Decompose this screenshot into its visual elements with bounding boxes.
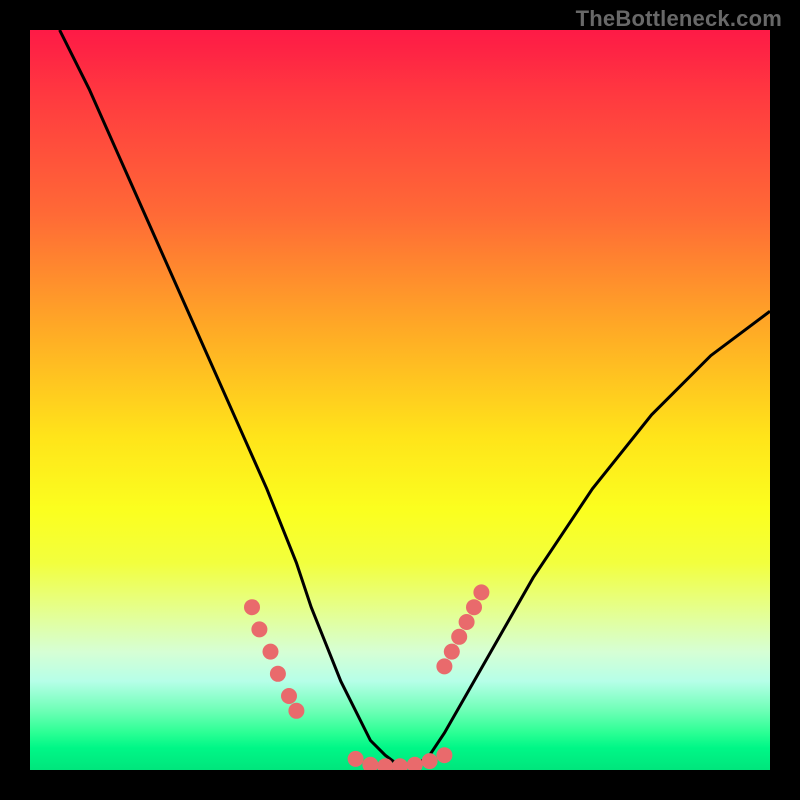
bottleneck-curve bbox=[60, 30, 770, 766]
curve-marker bbox=[436, 658, 452, 674]
curve-marker bbox=[348, 751, 364, 767]
attribution-label: TheBottleneck.com bbox=[576, 6, 782, 32]
curve-marker bbox=[270, 666, 286, 682]
curve-marker bbox=[459, 614, 475, 630]
plot-area bbox=[30, 30, 770, 770]
curve-markers bbox=[244, 584, 489, 770]
curve-marker bbox=[251, 621, 267, 637]
chart-frame: TheBottleneck.com bbox=[0, 0, 800, 800]
curve-marker bbox=[451, 629, 467, 645]
curve-marker bbox=[281, 688, 297, 704]
curve-marker bbox=[362, 757, 378, 770]
curve-marker bbox=[422, 753, 438, 769]
curve-marker bbox=[392, 758, 408, 770]
curve-marker bbox=[407, 757, 423, 770]
curve-marker bbox=[473, 584, 489, 600]
curve-marker bbox=[263, 644, 279, 660]
curve-marker bbox=[466, 599, 482, 615]
curve-marker bbox=[436, 747, 452, 763]
curve-marker bbox=[444, 644, 460, 660]
curve-marker bbox=[244, 599, 260, 615]
curve-svg bbox=[30, 30, 770, 770]
curve-marker bbox=[288, 703, 304, 719]
